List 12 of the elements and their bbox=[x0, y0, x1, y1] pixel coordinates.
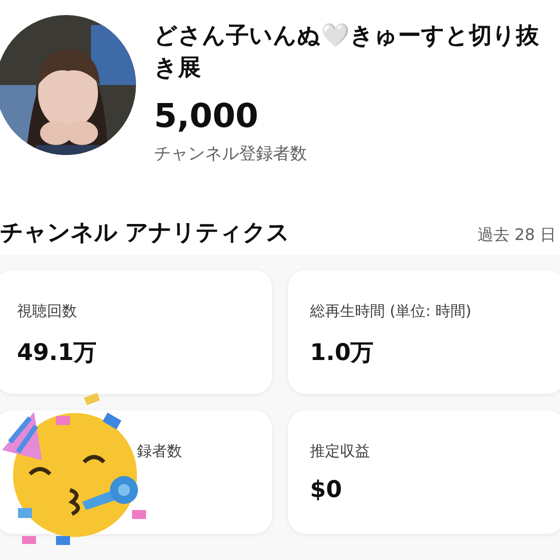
subscriber-label: チャンネル登録者数 bbox=[154, 143, 308, 165]
stat-label: 推定収益 bbox=[310, 442, 371, 461]
stat-label: 視聴回数 bbox=[17, 302, 78, 321]
stat-value: $0 bbox=[310, 477, 344, 503]
channel-name: どさん子いんぬ🤍きゅーすと切り抜き展 bbox=[154, 22, 540, 83]
stat-value: 49.1万 bbox=[17, 339, 98, 368]
stat-value: 1.0万 bbox=[310, 339, 375, 368]
section-title: チャンネル アナリティクス bbox=[0, 219, 290, 248]
stat-label: 総再生時間 (単位: 時間) bbox=[310, 302, 472, 321]
period-label: 過去 28 日 bbox=[477, 225, 556, 246]
stat-label: 録者数 bbox=[137, 442, 183, 461]
subscriber-count: 5,000 bbox=[154, 96, 260, 136]
